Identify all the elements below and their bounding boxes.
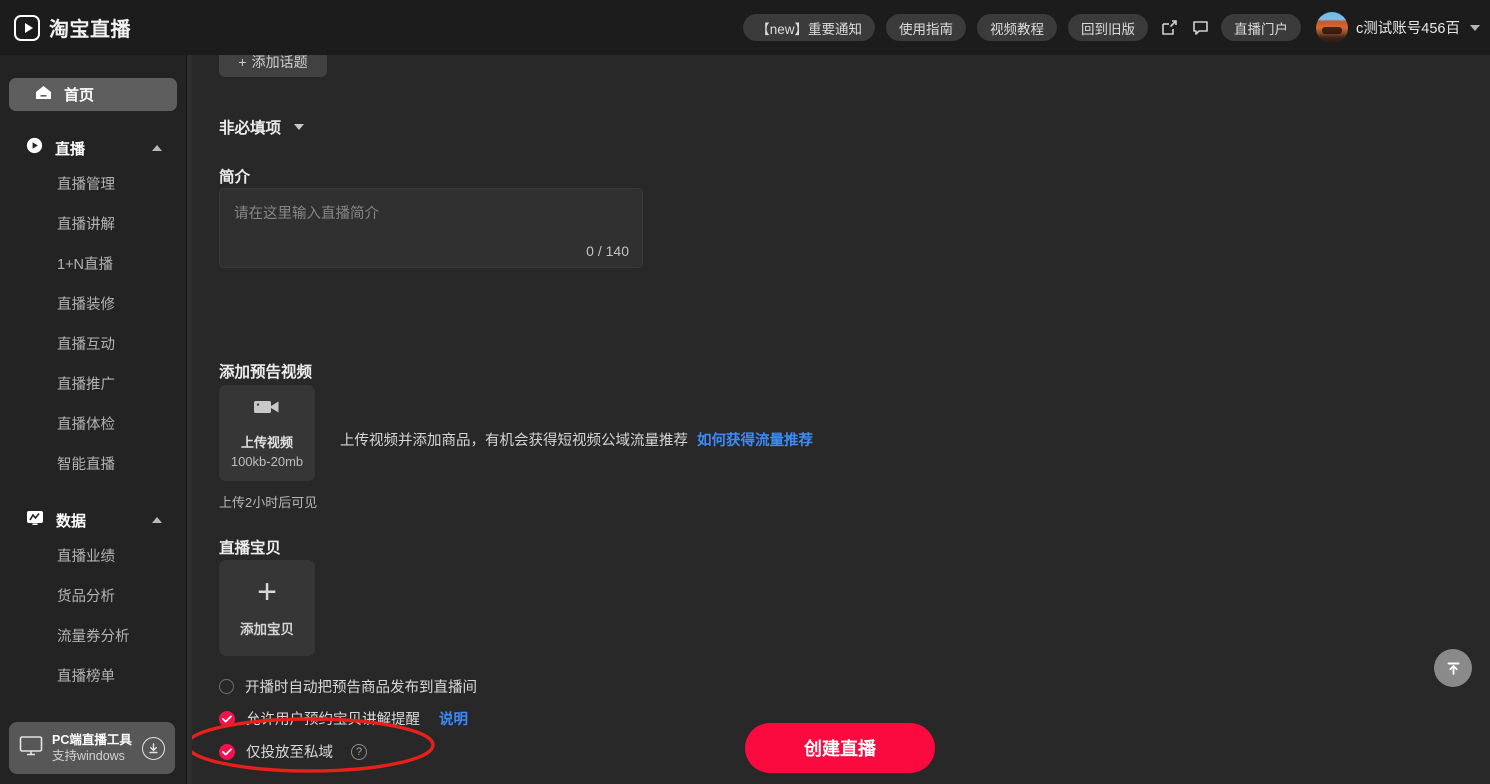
chevron-down-icon[interactable]: [294, 124, 305, 130]
sidebar-group-live-header[interactable]: 直播: [0, 133, 186, 163]
plus-small-icon: +: [238, 55, 247, 70]
sidebar-item-home-label: 首页: [64, 87, 95, 104]
plus-icon: +: [257, 573, 277, 611]
sidebar: 首页 直播 直播管理 直播讲解 1+N直播 直播装修 直播互动 直播推广 直播体…: [0, 55, 186, 784]
sidebar-group-data-header[interactable]: 数据: [0, 505, 186, 535]
sidebar-item-smart-live[interactable]: 智能直播: [0, 443, 186, 483]
edit-square-icon[interactable]: [1159, 18, 1179, 38]
create-live-button[interactable]: 创建直播: [745, 723, 935, 773]
sidebar-item-goods-analysis[interactable]: 货品分析: [0, 575, 186, 615]
preview-video-note-text: 上传视频并添加商品，有机会获得短视频公域流量推荐: [340, 433, 688, 449]
brand-title: 淘宝直播: [49, 19, 131, 41]
sidebar-item-live-performance[interactable]: 直播业绩: [0, 535, 186, 575]
add-topic-label: 添加话题: [251, 55, 308, 70]
sidebar-item-live-ranking[interactable]: 直播榜单: [0, 655, 186, 695]
brand[interactable]: 淘宝直播: [14, 13, 131, 42]
top-header-bar: 淘宝直播 【new】重要通知 使用指南 视频教程 回到旧版 直播门户 c测试账号…: [0, 0, 1490, 55]
checkbox-auto-publish-label: 开播时自动把预告商品发布到直播间: [245, 680, 477, 696]
sidebar-item-live-checkup[interactable]: 直播体检: [0, 403, 186, 443]
preview-video-note: 上传视频并添加商品，有机会获得短视频公域流量推荐 如何获得流量推荐: [340, 429, 813, 450]
app-window: 淘宝直播 【new】重要通知 使用指南 视频教程 回到旧版 直播门户 c测试账号…: [0, 0, 1490, 784]
pill-important-notice[interactable]: 【new】重要通知: [743, 14, 876, 41]
add-goods-label: 添加宝贝: [240, 622, 294, 637]
live-goods-label: 直播宝贝: [219, 540, 282, 557]
video-camera-icon: [253, 397, 281, 422]
pill-back-to-old-version[interactable]: 回到旧版: [1068, 14, 1149, 41]
sidebar-item-live-explain[interactable]: 直播讲解: [0, 203, 186, 243]
download-circle-icon[interactable]: [142, 736, 165, 760]
pc-card-subtitle: 支持windows: [52, 749, 125, 763]
intro-counter: 0 / 140: [586, 243, 629, 259]
sidebar-item-live-interaction[interactable]: 直播互动: [0, 323, 186, 363]
optional-section-label: 非必填项: [219, 120, 282, 137]
sidebar-sublist-live: 直播管理 直播讲解 1+N直播 直播装修 直播互动 直播推广 直播体检 智能直播: [0, 163, 186, 483]
checkbox-row-private-domain[interactable]: 仅投放至私域 ?: [219, 741, 367, 762]
checkbox-private-domain-only[interactable]: [219, 743, 235, 760]
sidebar-item-home[interactable]: 首页: [9, 78, 177, 111]
chart-monitor-icon: [26, 510, 44, 531]
pill-usage-guide[interactable]: 使用指南: [886, 14, 967, 41]
pc-card-title: PC端直播工具: [52, 733, 132, 747]
chat-bubble-icon[interactable]: [1190, 18, 1210, 38]
play-rounded-icon: [14, 14, 40, 41]
pill-live-portal[interactable]: 直播门户: [1221, 14, 1302, 41]
traffic-recommend-link[interactable]: 如何获得流量推荐: [697, 429, 813, 450]
checkbox-allow-goods-reminder[interactable]: [219, 710, 235, 727]
account-menu[interactable]: c测试账号456百: [1316, 11, 1480, 44]
chevron-down-icon[interactable]: [1470, 24, 1480, 31]
sidebar-group-data: 数据 直播业绩 货品分析 流量券分析 直播榜单: [0, 505, 186, 695]
intro-textarea[interactable]: 请在这里输入直播简介 0 / 140: [219, 188, 643, 268]
sidebar-group-live-label: 直播: [55, 140, 86, 158]
add-goods-box[interactable]: + 添加宝贝: [219, 560, 315, 656]
reminder-explain-link[interactable]: 说明: [439, 708, 468, 729]
sidebar-item-live-management[interactable]: 直播管理: [0, 163, 186, 203]
sidebar-group-live: 直播 直播管理 直播讲解 1+N直播 直播装修 直播互动 直播推广 直播体检 智…: [0, 133, 186, 483]
sidebar-item-traffic-coupon-analysis[interactable]: 流量券分析: [0, 615, 186, 655]
upload-video-box[interactable]: 上传视频 100kb-20mb: [219, 385, 315, 481]
checkbox-allow-reminder-label: 允许用户预约宝贝讲解提醒: [246, 712, 420, 728]
checkbox-private-domain-label: 仅投放至私域: [246, 745, 333, 761]
scroll-to-top-button[interactable]: [1434, 649, 1472, 687]
pc-card-text: PC端直播工具 支持windows: [52, 732, 133, 764]
intro-label: 简介: [219, 169, 251, 186]
optional-section-toggle[interactable]: 非必填项: [219, 116, 305, 138]
chevron-up-icon[interactable]: [152, 517, 162, 523]
header-actions: 【new】重要通知 使用指南 视频教程 回到旧版 直播门户 c测试账号456百: [743, 0, 1480, 55]
sidebar-item-live-decoration[interactable]: 直播装修: [0, 283, 186, 323]
sidebar-group-data-label: 数据: [56, 512, 87, 530]
pc-live-tool-card[interactable]: PC端直播工具 支持windows: [9, 722, 175, 774]
help-circle-icon[interactable]: ?: [351, 743, 367, 760]
scroll-to-top-icon: [1447, 662, 1459, 675]
play-circle-icon: [26, 137, 43, 159]
main-content: + 添加话题 非必填项 简介 请在这里输入直播简介 0 / 140 添加预告视频…: [192, 55, 1490, 784]
intro-placeholder: 请在这里输入直播简介: [234, 206, 379, 222]
sidebar-item-live-promotion[interactable]: 直播推广: [0, 363, 186, 403]
upload-video-title: 上传视频: [240, 435, 293, 450]
checkbox-row-auto-publish[interactable]: 开播时自动把预告商品发布到直播间: [219, 676, 477, 697]
sidebar-item-1n-live[interactable]: 1+N直播: [0, 243, 186, 283]
checkbox-row-allow-reminder[interactable]: 允许用户预约宝贝讲解提醒 说明: [219, 708, 468, 729]
monitor-icon: [19, 735, 43, 762]
add-topic-button[interactable]: + 添加话题: [219, 55, 327, 77]
pill-video-tutorial[interactable]: 视频教程: [977, 14, 1058, 41]
checkbox-auto-publish-preview-goods[interactable]: [219, 679, 234, 694]
upload-video-size: 100kb-20mb: [230, 454, 304, 469]
sidebar-sublist-data: 直播业绩 货品分析 流量券分析 直播榜单: [0, 535, 186, 695]
chevron-up-icon[interactable]: [152, 145, 162, 151]
upload-video-hint: 上传2小时后可见: [219, 495, 318, 510]
account-name: c测试账号456百: [1356, 21, 1460, 37]
avatar: [1316, 11, 1349, 44]
preview-video-label: 添加预告视频: [219, 364, 313, 381]
home-icon: [35, 85, 52, 105]
